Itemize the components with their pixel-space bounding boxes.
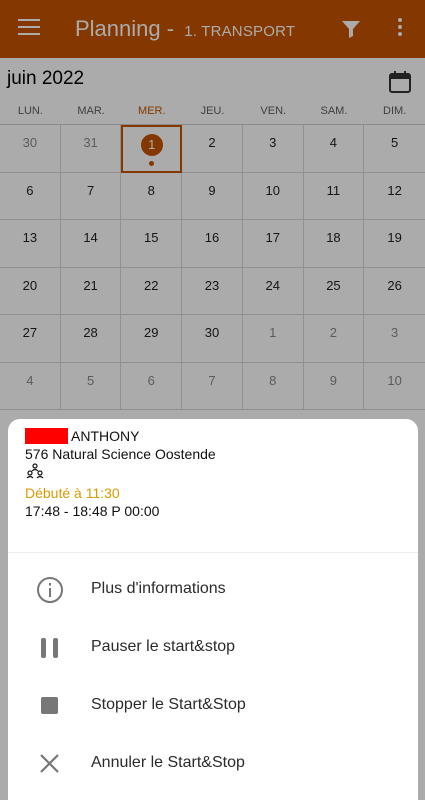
action-label: Plus d'informations	[91, 580, 226, 597]
time-range: 17:48 - 18:48 P 00:00	[25, 503, 160, 519]
redacted-block	[25, 428, 68, 444]
stop-action[interactable]: Stopper le Start&Stop	[8, 676, 418, 734]
divider	[8, 552, 418, 553]
bottom-sheet: ANTHONY 576 Natural Science Oostende Déb…	[8, 419, 418, 809]
stop-icon	[41, 697, 58, 714]
pause-icon	[41, 638, 58, 658]
cancel-action[interactable]: Annuler le Start&Stop	[8, 734, 418, 792]
event-name: ANTHONY	[71, 428, 140, 444]
more-info-action[interactable]: Plus d'informations	[8, 560, 418, 618]
event-address: 576 Natural Science Oostende	[25, 446, 216, 462]
close-icon	[40, 754, 59, 773]
started-status: Débuté à 11:30	[25, 485, 120, 501]
action-label: Stopper le Start&Stop	[91, 696, 246, 713]
action-label: Annuler le Start&Stop	[91, 754, 245, 771]
pause-action[interactable]: Pauser le start&stop	[8, 618, 418, 676]
people-icon	[26, 463, 44, 479]
info-icon	[37, 577, 63, 603]
event-title-line: ANTHONY	[25, 427, 139, 445]
action-label: Pauser le start&stop	[91, 638, 236, 655]
